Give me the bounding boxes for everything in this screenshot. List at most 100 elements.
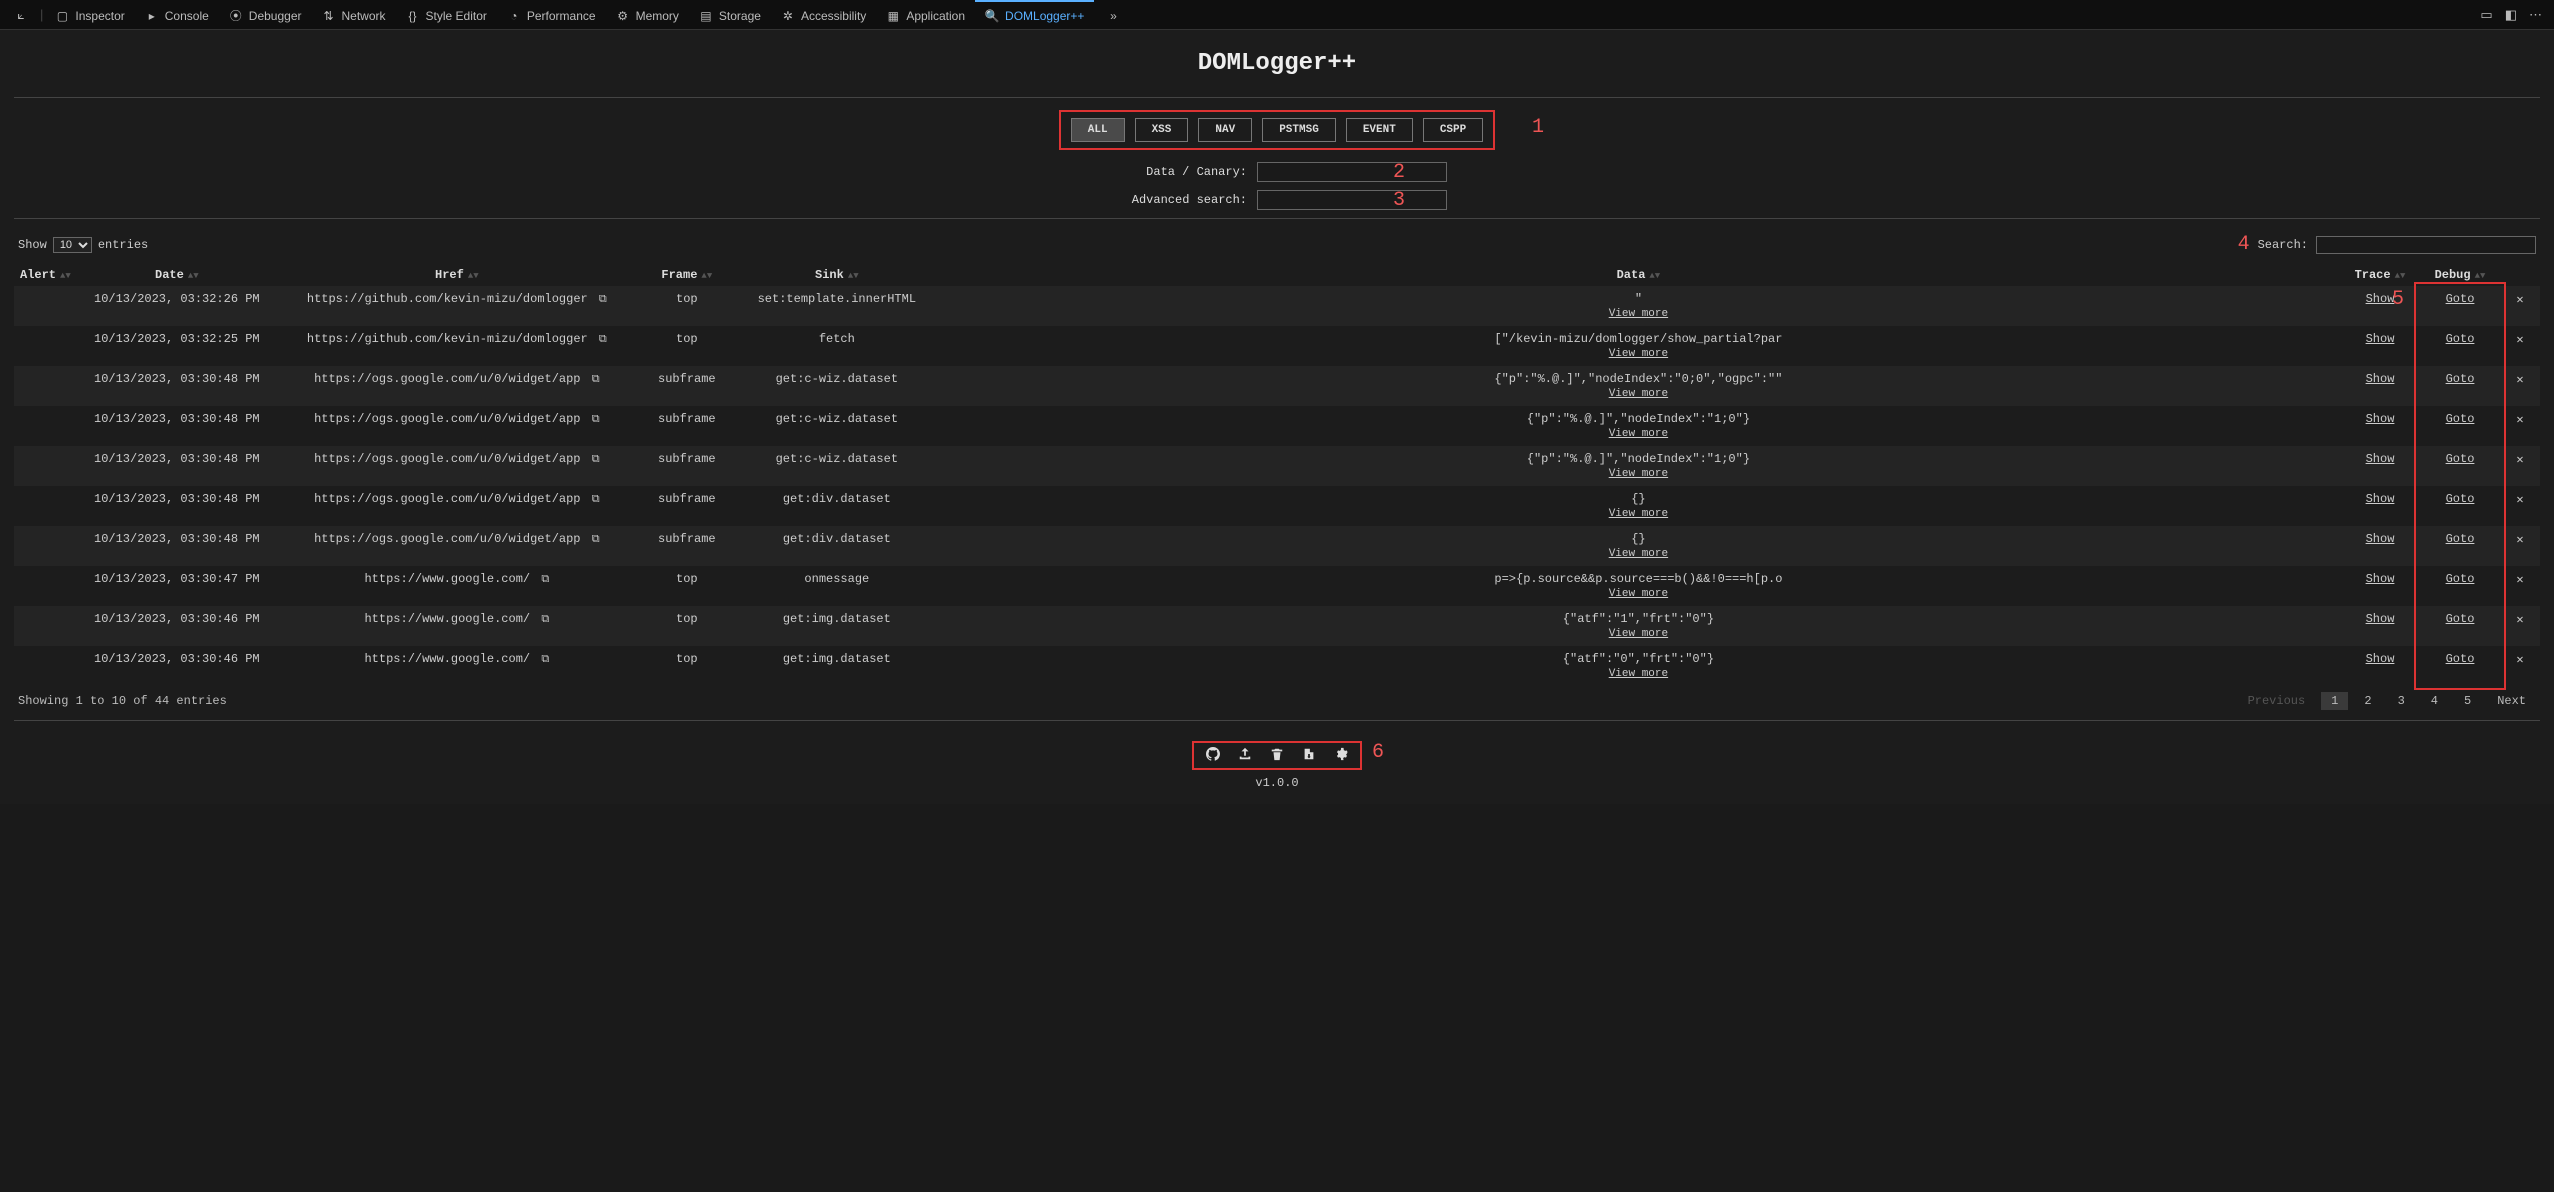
responsive-icon[interactable]: ▭ — [2480, 7, 2492, 23]
view-more-link[interactable]: View more — [943, 348, 2334, 360]
view-more-link[interactable]: View more — [943, 428, 2334, 440]
show-trace-link[interactable]: Show — [2366, 452, 2395, 466]
tab-memory[interactable]: ⚙Memory — [606, 0, 689, 29]
advanced-search-input[interactable] — [1257, 190, 1447, 210]
trace-cell: Show — [2340, 566, 2420, 606]
delete-row-icon[interactable]: ✕ — [2516, 413, 2523, 427]
view-more-link[interactable]: View more — [943, 548, 2334, 560]
tab-accessibility[interactable]: ✲Accessibility — [771, 0, 876, 29]
page-1[interactable]: 1 — [2321, 692, 2348, 710]
page-5[interactable]: 5 — [2454, 692, 2481, 710]
show-trace-link[interactable]: Show — [2366, 612, 2395, 626]
delete-row-icon[interactable]: ✕ — [2516, 493, 2523, 507]
page-2[interactable]: 2 — [2354, 692, 2381, 710]
external-link-icon[interactable]: ⧉ — [599, 334, 607, 346]
delete-row-icon[interactable]: ✕ — [2516, 453, 2523, 467]
tab-application[interactable]: ▦Application — [876, 0, 975, 29]
goto-debug-link[interactable]: Goto — [2446, 292, 2475, 306]
github-icon[interactable] — [1206, 747, 1220, 764]
tab-domlogger-[interactable]: 🔍DOMLogger++ — [975, 0, 1094, 29]
delete-row-icon[interactable]: ✕ — [2516, 533, 2523, 547]
show-trace-link[interactable]: Show — [2366, 652, 2395, 666]
col-trace-header[interactable]: Trace▲▼ — [2340, 264, 2420, 286]
tab-debugger[interactable]: ⦿Debugger — [219, 0, 312, 29]
goto-debug-link[interactable]: Goto — [2446, 492, 2475, 506]
show-trace-link[interactable]: Show — [2366, 572, 2395, 586]
external-link-icon[interactable]: ⧉ — [592, 374, 600, 386]
page-3[interactable]: 3 — [2388, 692, 2415, 710]
export-icon[interactable] — [1302, 747, 1316, 764]
view-more-link[interactable]: View more — [943, 508, 2334, 520]
col-sink-header[interactable]: Sink▲▼ — [737, 264, 937, 286]
import-icon[interactable] — [1238, 747, 1252, 764]
delete-row-icon[interactable]: ✕ — [2516, 653, 2523, 667]
tab-performance[interactable]: ◔Performance — [497, 0, 606, 29]
delete-row-icon[interactable]: ✕ — [2516, 573, 2523, 587]
tab-storage[interactable]: ▤Storage — [689, 0, 771, 29]
goto-debug-link[interactable]: Goto — [2446, 652, 2475, 666]
col-href-header[interactable]: Href▲▼ — [277, 264, 637, 286]
col-debug-header[interactable]: Debug▲▼ — [2420, 264, 2500, 286]
show-trace-link[interactable]: Show — [2366, 492, 2395, 506]
href-cell: https://www.google.com/ ⧉ — [277, 646, 637, 686]
show-trace-link[interactable]: Show — [2366, 532, 2395, 546]
kebab-menu-icon[interactable]: ⋯ — [2529, 7, 2542, 23]
view-more-link[interactable]: View more — [943, 388, 2334, 400]
col-frame-header[interactable]: Frame▲▼ — [637, 264, 737, 286]
col-delete-header[interactable] — [2500, 264, 2540, 286]
show-trace-link[interactable]: Show — [2366, 332, 2395, 346]
filter-nav-button[interactable]: NAV — [1198, 118, 1252, 142]
external-link-icon[interactable]: ⧉ — [592, 414, 600, 426]
goto-debug-link[interactable]: Goto — [2446, 412, 2475, 426]
tab-network[interactable]: ⇅Network — [312, 0, 396, 29]
goto-debug-link[interactable]: Goto — [2446, 612, 2475, 626]
view-more-link[interactable]: View more — [943, 468, 2334, 480]
data-canary-input[interactable] — [1257, 162, 1447, 182]
more-tools-icon[interactable]: » — [1096, 0, 1130, 29]
external-link-icon[interactable]: ⧉ — [541, 614, 549, 626]
filter-all-button[interactable]: ALL — [1071, 118, 1125, 142]
goto-debug-link[interactable]: Goto — [2446, 452, 2475, 466]
filter-pstmsg-button[interactable]: PSTMSG — [1262, 118, 1336, 142]
goto-debug-link[interactable]: Goto — [2446, 372, 2475, 386]
view-more-link[interactable]: View more — [943, 308, 2334, 320]
tab-console[interactable]: ▸Console — [135, 0, 219, 29]
delete-row-icon[interactable]: ✕ — [2516, 373, 2523, 387]
view-more-link[interactable]: View more — [943, 668, 2334, 680]
tab-style-editor[interactable]: {}Style Editor — [396, 0, 497, 29]
delete-row-icon[interactable]: ✕ — [2516, 333, 2523, 347]
external-link-icon[interactable]: ⧉ — [592, 454, 600, 466]
show-trace-link[interactable]: Show — [2366, 372, 2395, 386]
goto-debug-link[interactable]: Goto — [2446, 332, 2475, 346]
page-size-select[interactable]: 10 — [53, 237, 92, 253]
col-alert-header[interactable]: Alert▲▼ — [14, 264, 77, 286]
external-link-icon[interactable]: ⧉ — [592, 534, 600, 546]
inspector-tool-icon[interactable]: ⟀ — [4, 0, 38, 29]
external-link-icon[interactable]: ⧉ — [541, 654, 549, 666]
col-data-header[interactable]: Data▲▼ — [937, 264, 2340, 286]
dock-icon[interactable]: ◧ — [2505, 7, 2517, 23]
external-link-icon[interactable]: ⧉ — [541, 574, 549, 586]
goto-debug-link[interactable]: Goto — [2446, 532, 2475, 546]
filter-cspp-button[interactable]: CSPP — [1423, 118, 1483, 142]
external-link-icon[interactable]: ⧉ — [592, 494, 600, 506]
goto-debug-link[interactable]: Goto — [2446, 572, 2475, 586]
show-trace-link[interactable]: Show — [2366, 292, 2395, 306]
delete-row-icon[interactable]: ✕ — [2516, 293, 2523, 307]
show-trace-link[interactable]: Show — [2366, 412, 2395, 426]
gear-icon[interactable] — [1334, 747, 1348, 764]
delete-row-icon[interactable]: ✕ — [2516, 613, 2523, 627]
trash-icon[interactable] — [1270, 747, 1284, 764]
filter-xss-button[interactable]: XSS — [1135, 118, 1189, 142]
col-date-header[interactable]: Date▲▼ — [77, 264, 277, 286]
page-next[interactable]: Next — [2487, 692, 2536, 710]
external-link-icon[interactable]: ⧉ — [599, 294, 607, 306]
view-more-link[interactable]: View more — [943, 588, 2334, 600]
delete-cell: ✕ — [2500, 366, 2540, 406]
table-search-input[interactable] — [2316, 236, 2536, 254]
tab-inspector[interactable]: ▢Inspector — [45, 0, 134, 29]
view-more-link[interactable]: View more — [943, 628, 2334, 640]
filter-event-button[interactable]: EVENT — [1346, 118, 1413, 142]
console-icon: ▸ — [145, 9, 159, 23]
page-4[interactable]: 4 — [2421, 692, 2448, 710]
